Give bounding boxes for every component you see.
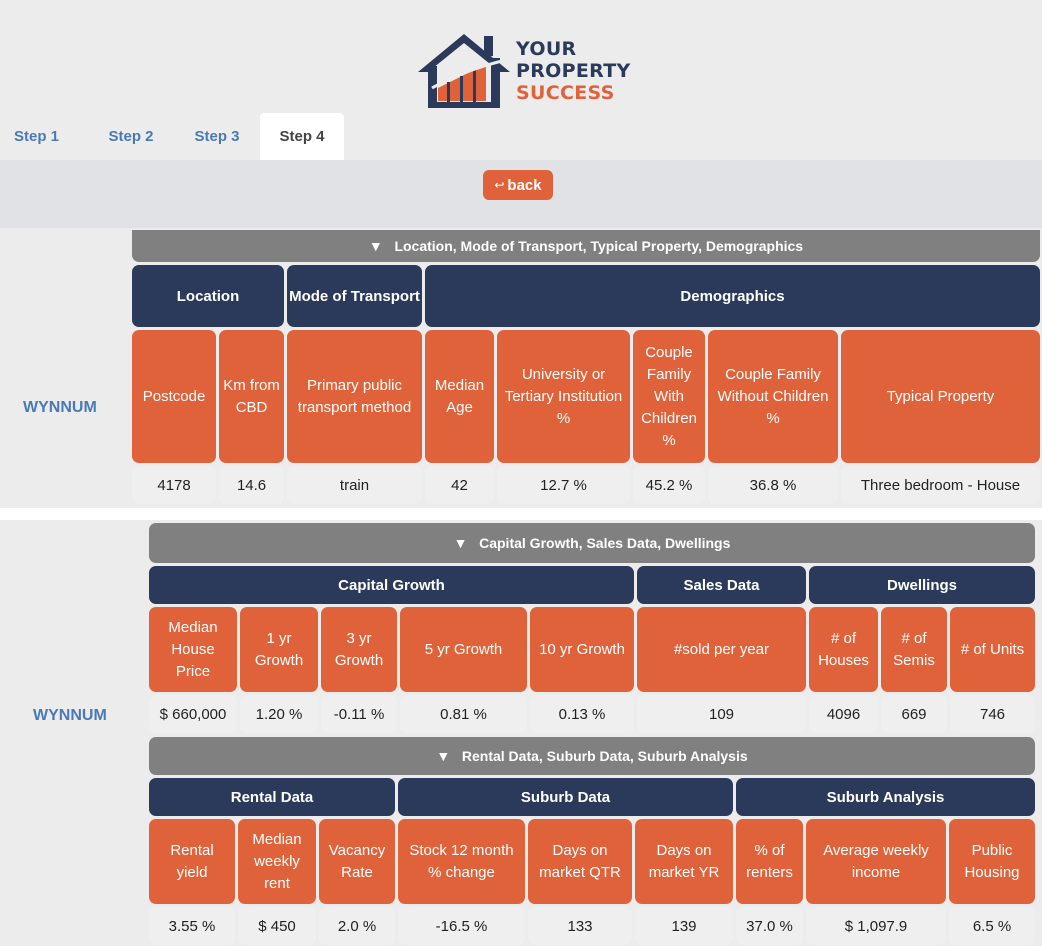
location-demographics-section: WYNNUM ▼ Location, Mode of Transport, Ty… bbox=[0, 228, 1042, 508]
table-cell: 37.0 % bbox=[736, 907, 803, 945]
column-header: Typical Property bbox=[841, 330, 1040, 463]
table-cell: train bbox=[287, 466, 422, 504]
brand-wordmark: YOUR PROPERTY SUCCESS bbox=[516, 38, 631, 104]
collapse-triangle-icon: ▼ bbox=[368, 238, 383, 254]
column-header: Public Housing bbox=[949, 819, 1035, 904]
section-toggle-bar[interactable]: ▼ Capital Growth, Sales Data, Dwellings bbox=[149, 523, 1035, 563]
column-header: Postcode bbox=[132, 330, 217, 463]
section-title: Capital Growth, Sales Data, Dwellings bbox=[479, 535, 731, 551]
tab-step-3[interactable]: Step 3 bbox=[174, 113, 260, 160]
group-header-mode-of-transport: Mode of Transport bbox=[287, 265, 422, 327]
table-cell: 669 bbox=[881, 695, 947, 733]
suburb-name: WYNNUM bbox=[23, 399, 97, 416]
column-header: Vacancy Rate bbox=[319, 819, 395, 904]
header: YOUR PROPERTY SUCCESS Step 1 Step 2 Step… bbox=[0, 0, 1042, 160]
brand-line-1: YOUR bbox=[516, 38, 577, 60]
table-cell: 0.81 % bbox=[400, 695, 527, 733]
column-header: Days on market YR bbox=[635, 819, 733, 904]
collapse-triangle-icon: ▼ bbox=[436, 748, 451, 764]
table-cell: 109 bbox=[637, 695, 806, 733]
tab-step-2[interactable]: Step 2 bbox=[88, 113, 174, 160]
group-header-location: Location bbox=[132, 265, 284, 327]
tab-step-4[interactable]: Step 4 bbox=[260, 113, 344, 160]
column-header: Average weekly income bbox=[806, 819, 946, 904]
table-cell: $ 450 bbox=[238, 907, 316, 945]
table-cell: 45.2 % bbox=[633, 466, 705, 504]
group-header-capital-growth: Capital Growth bbox=[149, 566, 634, 604]
table-cell: 4096 bbox=[809, 695, 878, 733]
growth-rental-section: WYNNUM ▼ Capital Growth, Sales Data, Dwe… bbox=[0, 520, 1042, 946]
suburb-name: WYNNUM bbox=[33, 707, 107, 724]
capital-growth-table: ▼ Capital Growth, Sales Data, Dwellings … bbox=[146, 520, 1038, 736]
column-header: # of Semis bbox=[881, 607, 947, 692]
table-cell: 6.5 % bbox=[949, 907, 1035, 945]
brand-logo[interactable]: YOUR PROPERTY SUCCESS bbox=[414, 30, 634, 112]
table-cell: 139 bbox=[635, 907, 733, 945]
table-cell: 746 bbox=[950, 695, 1035, 733]
group-header-suburb-analysis: Suburb Analysis bbox=[736, 778, 1035, 816]
section-divider bbox=[0, 508, 1042, 520]
table-cell: -0.11 % bbox=[321, 695, 397, 733]
column-header: Median Age bbox=[425, 330, 494, 463]
table-cell: $ 1,097.9 bbox=[806, 907, 946, 945]
column-header: Couple Family With Children % bbox=[633, 330, 705, 463]
column-header: Days on market QTR bbox=[528, 819, 632, 904]
table-cell: 36.8 % bbox=[708, 466, 838, 504]
step-tabs: Step 1 Step 2 Step 3 Step 4 bbox=[0, 113, 344, 160]
table-cell: 4178 bbox=[132, 466, 217, 504]
house-chart-icon bbox=[418, 34, 510, 108]
group-header-demographics: Demographics bbox=[425, 265, 1040, 327]
column-header: #sold per year bbox=[637, 607, 806, 692]
column-header: 3 yr Growth bbox=[321, 607, 397, 692]
brand-line-2: PROPERTY bbox=[516, 60, 631, 82]
group-header-suburb-data: Suburb Data bbox=[398, 778, 733, 816]
column-header: # of Houses bbox=[809, 607, 878, 692]
section-title: Rental Data, Suburb Data, Suburb Analysi… bbox=[461, 748, 748, 764]
return-arrow-icon: ↩ bbox=[494, 178, 505, 192]
table-cell: 3.55 % bbox=[149, 907, 235, 945]
rental-suburb-table: ▼ Rental Data, Suburb Data, Suburb Analy… bbox=[146, 734, 1038, 948]
group-header-dwellings: Dwellings bbox=[809, 566, 1035, 604]
column-header: 5 yr Growth bbox=[400, 607, 527, 692]
column-header: 1 yr Growth bbox=[240, 607, 318, 692]
column-header: Stock 12 month % change bbox=[398, 819, 525, 904]
table-cell: 42 bbox=[425, 466, 494, 504]
collapse-triangle-icon: ▼ bbox=[453, 535, 468, 551]
column-header: 10 yr Growth bbox=[530, 607, 634, 692]
table-cell: 2.0 % bbox=[319, 907, 395, 945]
table-cell: 12.7 % bbox=[497, 466, 630, 504]
column-header: Km from CBD bbox=[219, 330, 284, 463]
toolbar: ↩ back bbox=[0, 160, 1042, 228]
table-cell: -16.5 % bbox=[398, 907, 525, 945]
column-header: Primary public transport method bbox=[287, 330, 422, 463]
column-header: University or Tertiary Institution % bbox=[497, 330, 630, 463]
table-cell: $ 660,000 bbox=[149, 695, 237, 733]
location-demographics-table: ▼ Location, Mode of Transport, Typical P… bbox=[129, 227, 1042, 507]
section-toggle-bar[interactable]: ▼ Rental Data, Suburb Data, Suburb Analy… bbox=[149, 737, 1035, 775]
tab-step-1[interactable]: Step 1 bbox=[0, 113, 88, 160]
table-cell: 1.20 % bbox=[240, 695, 318, 733]
back-label: back bbox=[507, 176, 542, 194]
column-header: Couple Family Without Children % bbox=[708, 330, 838, 463]
column-header: # of Units bbox=[950, 607, 1035, 692]
section-title: Location, Mode of Transport, Typical Pro… bbox=[394, 238, 804, 254]
back-button[interactable]: ↩ back bbox=[483, 170, 553, 200]
table-cell: 0.13 % bbox=[530, 695, 634, 733]
column-header: Median weekly rent bbox=[238, 819, 316, 904]
group-header-sales-data: Sales Data bbox=[637, 566, 806, 604]
column-header: Median House Price bbox=[149, 607, 237, 692]
section-toggle-bar[interactable]: ▼ Location, Mode of Transport, Typical P… bbox=[132, 230, 1040, 262]
table-cell: 14.6 bbox=[219, 466, 284, 504]
column-header: % of renters bbox=[736, 819, 803, 904]
group-header-rental-data: Rental Data bbox=[149, 778, 395, 816]
table-cell: Three bedroom - House bbox=[841, 466, 1040, 504]
brand-line-3: SUCCESS bbox=[516, 82, 615, 104]
table-cell: 133 bbox=[528, 907, 632, 945]
column-header: Rental yield bbox=[149, 819, 235, 904]
